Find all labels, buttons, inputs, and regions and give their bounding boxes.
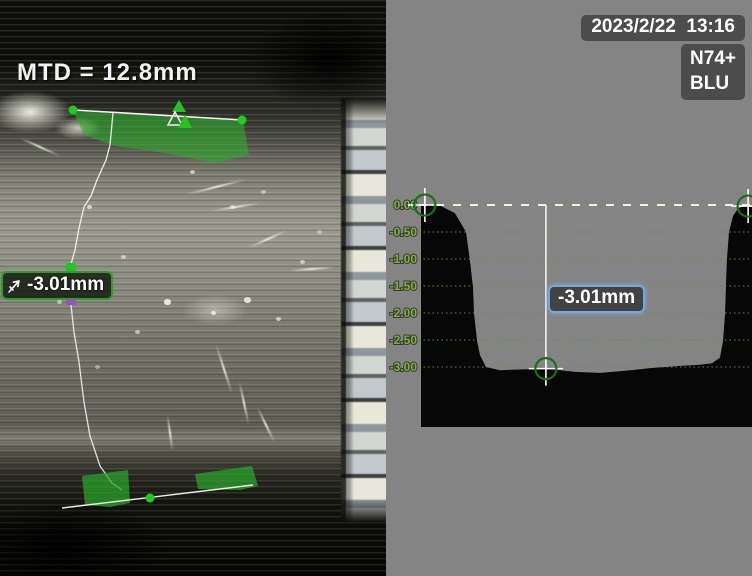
depth-badge-chart: -3.01mm	[548, 285, 645, 313]
probe-mode: BLU	[690, 71, 736, 96]
bottom-endpoint[interactable]	[146, 494, 155, 503]
depth-line-lower	[71, 305, 122, 490]
timestamp-badge: 2023/2/22 13:16	[581, 15, 745, 41]
axis-tick-label: -1.00	[390, 252, 418, 266]
axis-tick-label: -0.50	[390, 225, 418, 239]
depth-point-marker[interactable]	[66, 263, 76, 271]
profile-chart-panel: 0.00-0.50-1.00-1.50-2.00-2.50-3.00 2023/…	[386, 0, 752, 576]
depth-badge-left-value: -3.01mm	[27, 274, 104, 296]
axis-tick-label: -2.50	[390, 333, 418, 347]
probe-model: N74+	[690, 46, 736, 71]
axis-tick-label: -2.00	[390, 306, 418, 320]
depth-badge-left: -3.01mm	[1, 271, 113, 300]
cursor-triangle[interactable]	[172, 100, 186, 112]
bottom-plane-area-left	[82, 470, 130, 507]
profile-silhouette	[421, 205, 752, 427]
axis-tick-label: -3.00	[390, 360, 418, 374]
probe-id-badge: N74+ BLU	[681, 44, 745, 100]
mtd-readout: MTD = 12.8mm	[17, 59, 198, 87]
axis-tick-label: -1.50	[390, 279, 418, 293]
reference-endpoint-left[interactable]	[69, 106, 78, 115]
reference-endpoint-right[interactable]	[238, 116, 247, 125]
depth-tool-icon	[7, 277, 24, 294]
camera-view-panel: MTD = 12.8mm -3.01mm	[0, 0, 386, 576]
bottom-plane-area-right	[195, 466, 258, 490]
